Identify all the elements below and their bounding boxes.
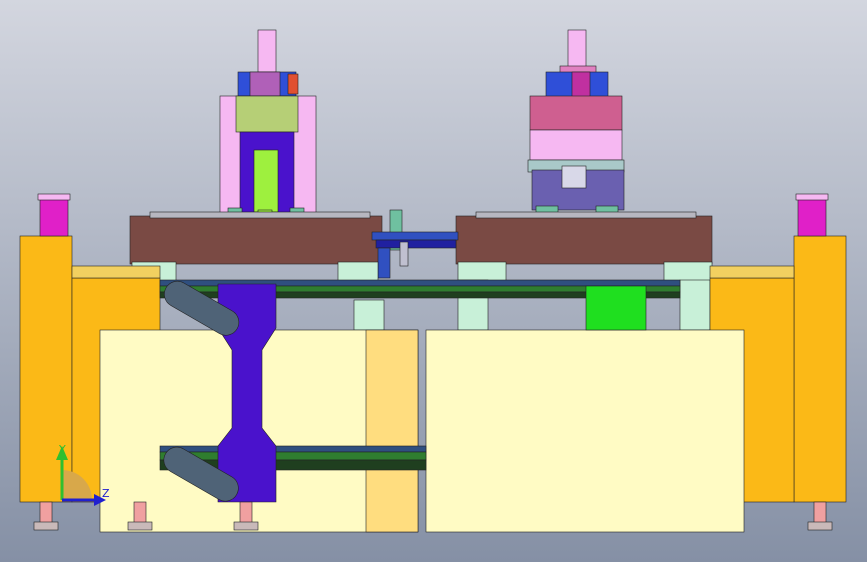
y-axis-label: Y <box>58 443 66 456</box>
z-axis-label: Z <box>102 487 110 500</box>
cad-viewport[interactable]: Y Z <box>0 0 867 562</box>
